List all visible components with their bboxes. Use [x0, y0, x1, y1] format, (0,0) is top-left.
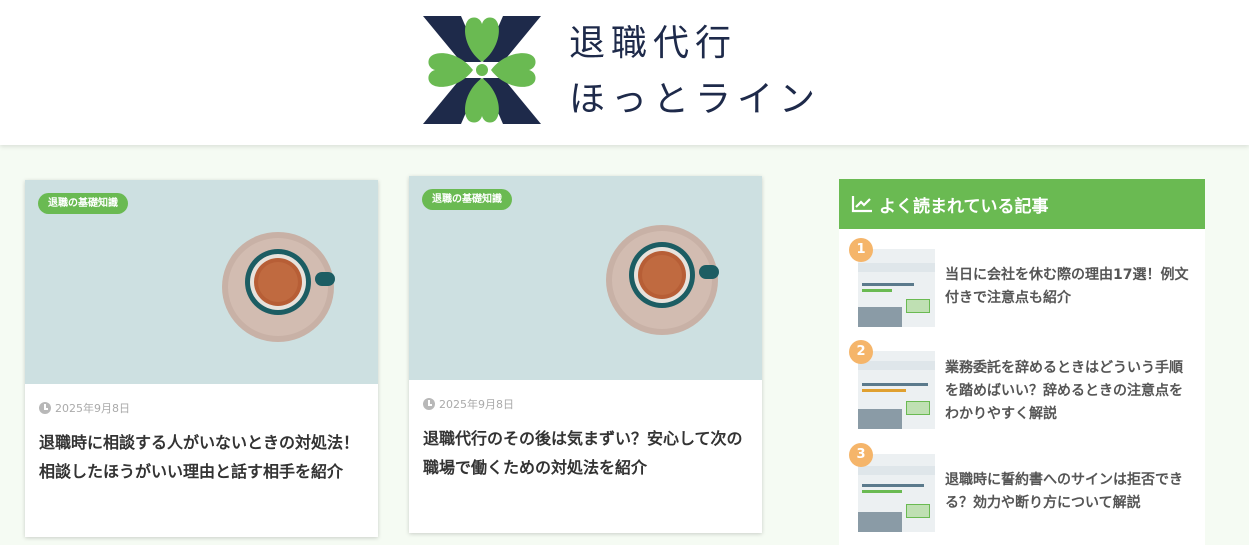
ranking-item[interactable]: 2 業務委託を辞めるときはどういう手順を踏めばいい？辞めるときの注意点をわかりや… — [839, 331, 1205, 429]
ranking-title[interactable]: 業務委託を辞めるときはどういう手順を踏めばいい？辞めるときの注意点をわかりやすく… — [945, 357, 1195, 426]
ranking-title[interactable]: 退職時に誓約書へのサインは拒否できる？効力や断り方について解説 — [945, 469, 1195, 515]
logo-text: 退職代行 ほっとライン — [569, 18, 821, 126]
date-text: 2025年9月8日 — [55, 402, 130, 415]
logo-line2: ほっとライン — [569, 79, 822, 120]
article-title[interactable]: 退職時に相談する人がいないときの対処法！相談したほうがいい理由と話す相手を紹介 — [39, 428, 369, 486]
article-card[interactable]: 退職の基礎知識 2025年9月8日 退職時に相談する人がいないときの対処法！相談… — [25, 180, 378, 537]
rank-badge: 3 — [849, 443, 873, 467]
popular-articles-heading: よく読まれている記事 — [839, 179, 1205, 229]
article-card[interactable]: 退職の基礎知識 2025年9月8日 退職代行のその後は気まずい？安心して次の職場… — [409, 176, 762, 533]
ranking-thumbnail[interactable] — [858, 454, 935, 532]
popular-articles-list: 1 当日に会社を休む際の理由17選！例文付きで注意点も紹介 2 業務委託を辞める… — [839, 229, 1205, 545]
article-thumbnail[interactable]: 退職の基礎知識 — [25, 180, 378, 384]
ranking-title[interactable]: 当日に会社を休む際の理由17選！例文付きで注意点も紹介 — [945, 264, 1195, 310]
rank-badge: 1 — [849, 238, 873, 262]
article-thumbnail[interactable]: 退職の基礎知識 — [409, 176, 762, 380]
ranking-item[interactable]: 1 当日に会社を休む際の理由17選！例文付きで注意点も紹介 — [839, 229, 1205, 327]
logo-line1: 退職代行 — [569, 23, 738, 64]
ranking-thumbnail[interactable] — [858, 351, 935, 429]
post-date: 2025年9月8日 — [423, 396, 514, 412]
chart-line-icon — [851, 196, 872, 213]
rank-badge: 2 — [849, 340, 873, 364]
clover-logo-icon — [423, 16, 541, 124]
site-logo-link[interactable]: 退職代行 ほっとライン — [423, 12, 815, 128]
ranking-item[interactable]: 3 退職時に誓約書へのサインは拒否できる？効力や断り方について解説 — [839, 434, 1205, 532]
category-badge[interactable]: 退職の基礎知識 — [38, 193, 128, 214]
article-title[interactable]: 退職代行のその後は気まずい？安心して次の職場で働くための対処法を紹介 — [423, 424, 753, 482]
clock-icon — [39, 402, 51, 414]
clock-icon — [423, 398, 435, 410]
date-text: 2025年9月8日 — [439, 398, 514, 411]
category-badge[interactable]: 退職の基礎知識 — [422, 189, 512, 210]
ranking-thumbnail[interactable] — [858, 249, 935, 327]
heading-text: よく読まれている記事 — [879, 196, 1049, 217]
site-header: 退職代行 ほっとライン — [0, 0, 1249, 145]
post-date: 2025年9月8日 — [39, 400, 130, 416]
